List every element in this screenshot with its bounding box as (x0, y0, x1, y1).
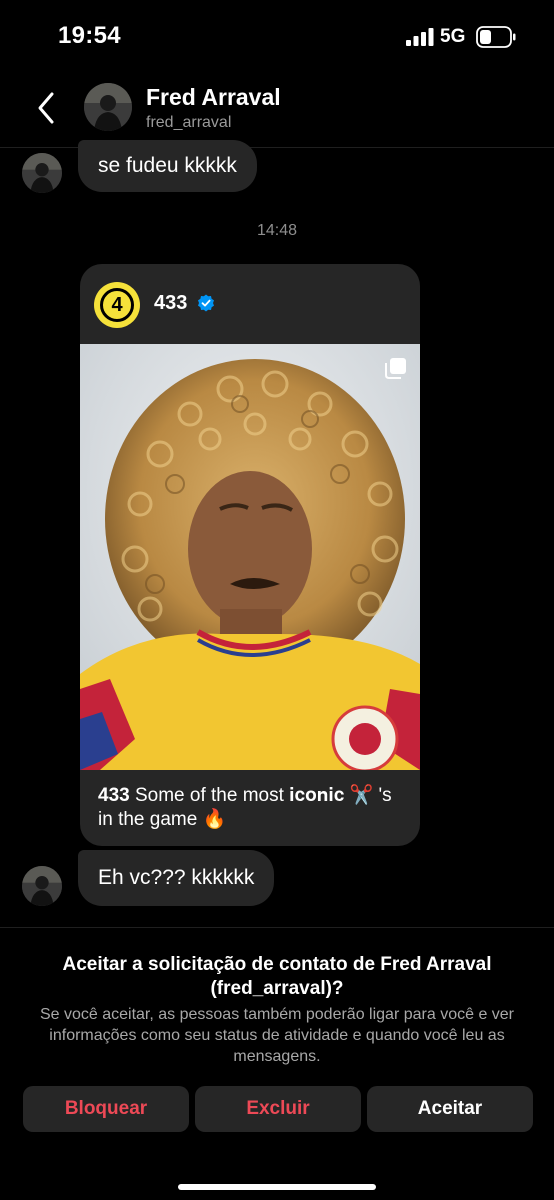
avatar[interactable] (22, 153, 62, 193)
accept-button[interactable]: Aceitar (367, 1086, 533, 1132)
post-image[interactable] (80, 344, 420, 770)
message-bubble[interactable]: Eh vc??? kkkkkk (78, 850, 275, 906)
contact-username[interactable]: fred_arraval (146, 114, 231, 132)
post-logo-text: 4 (100, 288, 134, 322)
home-indicator[interactable] (178, 1184, 376, 1190)
contact-name[interactable]: Fred Arraval (146, 84, 281, 111)
message-text: se fudeu kkkkk (98, 154, 237, 177)
message-text: Eh vc??? kkkkkk (98, 866, 255, 889)
avatar[interactable] (22, 866, 62, 906)
shared-post[interactable]: 4 433 433 Some of the most 𝐢𝐜𝐨𝐧𝐢𝐜 ✂️ 's … (80, 264, 420, 846)
status-bar: 19:54 5G (0, 0, 554, 70)
carousel-icon (385, 358, 406, 379)
delete-button[interactable]: Excluir (195, 1086, 361, 1132)
caption-account: 433 (98, 785, 130, 806)
request-title: Aceitar a solicitação de contato de Fred… (62, 954, 492, 999)
caption-text: Some of the most 𝐢𝐜𝐨𝐧𝐢𝐜 ✂️ 's in the gam… (98, 785, 392, 830)
network-type: 5G (440, 26, 466, 47)
post-caption[interactable]: 433 Some of the most 𝐢𝐜𝐨𝐧𝐢𝐜 ✂️ 's in the… (98, 784, 408, 832)
status-time: 19:54 (58, 22, 121, 49)
post-account-avatar[interactable]: 4 (94, 282, 140, 328)
cellular-signal-icon (406, 28, 434, 46)
message-bubble[interactable]: se fudeu kkkkk (78, 140, 257, 192)
message-timestamp: 14:48 (256, 222, 298, 239)
post-account-name[interactable]: 433 (154, 292, 187, 315)
battery-icon (476, 26, 516, 48)
avatar[interactable] (84, 83, 132, 131)
verified-badge-icon (198, 294, 214, 312)
chat-header: Fred Arraval fred_arraval (0, 72, 554, 148)
chevron-left-icon[interactable] (32, 88, 60, 128)
request-description: Se você aceitar, as pessoas também poder… (39, 1006, 515, 1065)
contact-request-panel: Aceitar a solicitação de contato de Fred… (0, 927, 554, 1200)
block-button[interactable]: Bloquear (23, 1086, 189, 1132)
